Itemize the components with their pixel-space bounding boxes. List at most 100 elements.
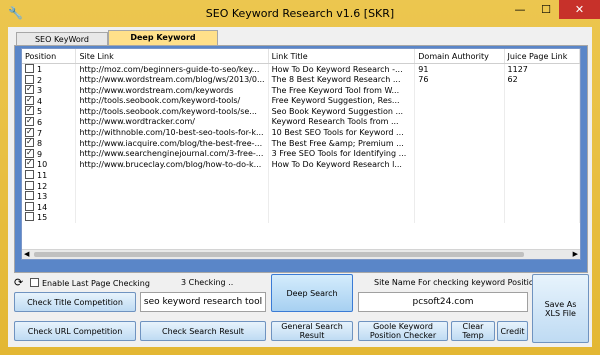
domain-authority-cell[interactable]: [414, 85, 505, 96]
domain-authority-cell[interactable]: [414, 191, 505, 202]
close-button[interactable]: ✕: [559, 0, 600, 19]
domain-authority-cell[interactable]: [414, 159, 505, 170]
position-cell[interactable]: 9: [22, 148, 77, 160]
table-row[interactable]: 13: [22, 191, 580, 202]
link-title-cell[interactable]: [268, 180, 416, 192]
table-row[interactable]: 8 http://www.iacquire.com/blog/the-best-f…: [22, 138, 580, 149]
juice-page-link-cell[interactable]: [504, 138, 580, 149]
clear-temp-button[interactable]: Clear Temp: [451, 321, 495, 341]
row-checkbox[interactable]: [25, 148, 34, 158]
link-title-cell[interactable]: [268, 212, 416, 223]
site-link-cell[interactable]: http://tools.seobook.com/keyword-tools/: [75, 95, 269, 107]
credit-button[interactable]: Credit: [497, 321, 528, 341]
tab-seo-keyword-research[interactable]: SEO KeyWord Research: [16, 32, 108, 57]
link-title-cell[interactable]: The Free Keyword Tool from W...: [268, 85, 416, 96]
juice-page-link-cell[interactable]: [504, 180, 580, 192]
deep-search-button[interactable]: Deep Search: [271, 274, 353, 312]
row-checkbox[interactable]: [25, 116, 34, 126]
domain-authority-cell[interactable]: [414, 212, 505, 223]
site-name-input[interactable]: pcsoft24.com: [358, 292, 528, 312]
check-title-competition-button[interactable]: Check Title Competition: [14, 292, 136, 312]
domain-authority-cell[interactable]: [414, 106, 505, 117]
table-row[interactable]: 14: [22, 201, 580, 213]
juice-page-link-cell[interactable]: 1127: [504, 63, 580, 75]
site-link-cell[interactable]: http://moz.com/beginners-guide-to-seo/ke…: [75, 63, 269, 75]
row-checkbox[interactable]: [25, 85, 34, 95]
juice-page-link-cell[interactable]: [504, 116, 580, 128]
site-link-cell[interactable]: [75, 191, 269, 202]
position-cell[interactable]: 12: [22, 180, 77, 192]
juice-page-link-cell[interactable]: [504, 85, 580, 96]
position-cell[interactable]: 3: [22, 85, 77, 96]
juice-page-link-cell[interactable]: [504, 191, 580, 202]
save-as-xls-button[interactable]: Save As XLS File: [532, 274, 589, 343]
position-cell[interactable]: 5: [22, 106, 77, 117]
site-link-cell[interactable]: http://www.wordstream.com/blog/ws/2013/0…: [75, 74, 269, 86]
site-link-cell[interactable]: [75, 201, 269, 213]
domain-authority-cell[interactable]: 76: [414, 74, 505, 86]
table-row[interactable]: 2 http://www.wordstream.com/blog/ws/2013/…: [22, 74, 580, 86]
row-checkbox[interactable]: [25, 201, 34, 211]
domain-authority-cell[interactable]: [414, 138, 505, 149]
position-cell[interactable]: 7: [22, 127, 77, 139]
table-row[interactable]: 9 http://www.searchenginejournal.com/3-fr…: [22, 148, 580, 160]
tab-deep-keyword-research[interactable]: Deep Keyword Research: [108, 30, 218, 55]
col-header-position[interactable]: Position: [22, 49, 77, 64]
site-link-cell[interactable]: http://www.wordstream.com/keywords: [75, 85, 269, 96]
site-link-cell[interactable]: [75, 212, 269, 223]
site-link-cell[interactable]: http://tools.seobook.com/keyword-tools/s…: [75, 106, 269, 117]
row-checkbox[interactable]: [25, 169, 34, 179]
link-title-cell[interactable]: Seo Book Keyword Suggestion ...: [268, 106, 416, 117]
refresh-icon[interactable]: ⟳: [14, 276, 23, 289]
row-checkbox[interactable]: [25, 127, 34, 137]
row-checkbox[interactable]: [25, 191, 34, 201]
minimize-button[interactable]: —: [507, 0, 533, 19]
link-title-cell[interactable]: The Best Free &amp; Premium ...: [268, 138, 416, 149]
col-header-link-title[interactable]: Link Title: [268, 49, 416, 64]
position-cell[interactable]: 11: [22, 169, 77, 181]
table-row[interactable]: 10 http://www.bruceclay.com/blog/how-to-d…: [22, 159, 580, 170]
link-title-cell[interactable]: [268, 191, 416, 202]
site-link-cell[interactable]: http://withnoble.com/10-best-seo-tools-f…: [75, 127, 269, 139]
scrollbar-thumb[interactable]: [34, 252, 524, 257]
domain-authority-cell[interactable]: [414, 95, 505, 107]
link-title-cell[interactable]: [268, 201, 416, 213]
link-title-cell[interactable]: How To Do Keyword Research -...: [268, 63, 416, 75]
juice-page-link-cell[interactable]: [504, 106, 580, 117]
col-header-site-link[interactable]: Site Link: [75, 49, 269, 64]
site-link-cell[interactable]: [75, 169, 269, 181]
domain-authority-cell[interactable]: [414, 116, 505, 128]
link-title-cell[interactable]: 10 Best SEO Tools for Keyword ...: [268, 127, 416, 139]
horizontal-scrollbar[interactable]: ◀ ▶: [22, 249, 580, 259]
domain-authority-cell[interactable]: [414, 127, 505, 139]
table-row[interactable]: 6 http://www.wordtracker.com/Keyword Rese…: [22, 116, 580, 128]
position-cell[interactable]: 15: [22, 212, 77, 223]
scroll-left-arrow-icon[interactable]: ◀: [24, 250, 29, 258]
juice-page-link-cell[interactable]: [504, 201, 580, 213]
link-title-cell[interactable]: The 8 Best Keyword Research ...: [268, 74, 416, 86]
juice-page-link-cell[interactable]: [504, 212, 580, 223]
juice-page-link-cell[interactable]: 62: [504, 74, 580, 86]
scroll-right-arrow-icon[interactable]: ▶: [573, 250, 578, 258]
domain-authority-cell[interactable]: [414, 148, 505, 160]
juice-page-link-cell[interactable]: [504, 169, 580, 181]
domain-authority-cell[interactable]: [414, 169, 505, 181]
general-search-result-button[interactable]: General Search Result: [271, 321, 353, 341]
site-link-cell[interactable]: http://www.iacquire.com/blog/the-best-fr…: [75, 138, 269, 149]
col-header-juice-page-link[interactable]: Juice Page Link: [504, 49, 580, 64]
link-title-cell[interactable]: Free Keyword Suggestion, Res...: [268, 95, 416, 107]
table-row[interactable]: 7 http://withnoble.com/10-best-seo-tools-…: [22, 127, 580, 139]
site-link-cell[interactable]: http://www.wordtracker.com/: [75, 116, 269, 128]
table-row[interactable]: 11: [22, 169, 580, 181]
table-row[interactable]: 4 http://tools.seobook.com/keyword-tools/…: [22, 95, 580, 107]
keyword-input[interactable]: seo keyword research tool: [140, 292, 266, 312]
domain-authority-cell[interactable]: [414, 180, 505, 192]
link-title-cell[interactable]: Keyword Research Tools from ...: [268, 116, 416, 128]
position-cell[interactable]: 2: [22, 74, 77, 86]
row-checkbox[interactable]: [25, 138, 34, 148]
row-checkbox[interactable]: [25, 64, 34, 73]
row-checkbox[interactable]: [25, 180, 34, 190]
position-cell[interactable]: 1: [22, 63, 77, 75]
maximize-button[interactable]: ☐: [533, 0, 559, 19]
table-row[interactable]: 1 http://moz.com/beginners-guide-to-seo/k…: [22, 63, 580, 75]
